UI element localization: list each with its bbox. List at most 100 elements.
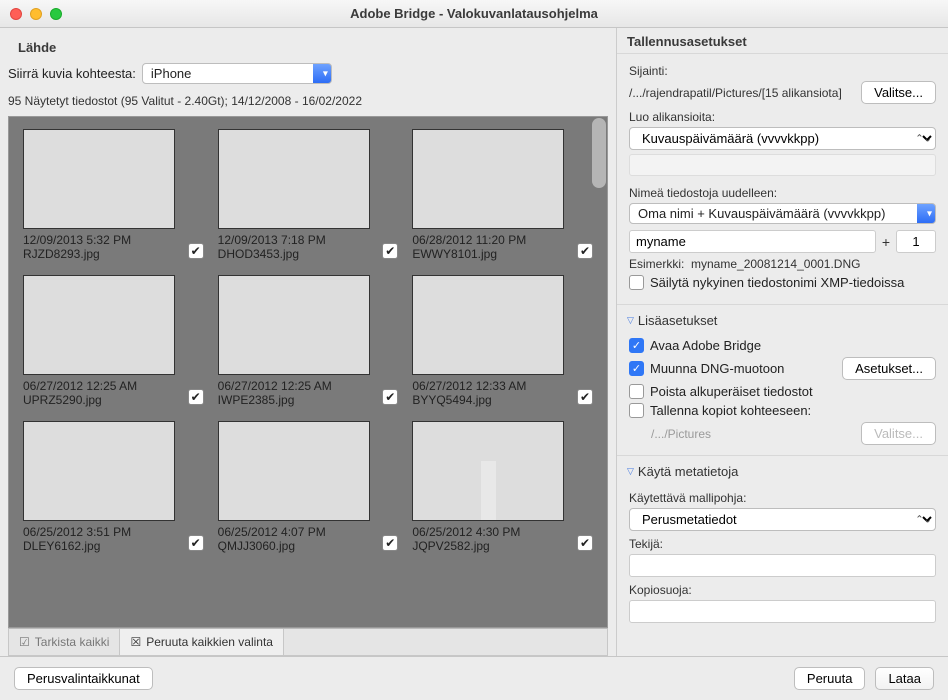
thumbnail-date: 06/25/2012 4:07 PM <box>218 525 399 539</box>
thumbnail-checkbox[interactable]: ✔ <box>382 389 398 405</box>
file-summary: 95 Näytetyt tiedostot (95 Valitut - 2.40… <box>8 94 608 108</box>
checkbox-icon <box>629 384 644 399</box>
thumbnail-item[interactable]: 12/09/2013 7:18 PMDHOD3453.jpg✔ <box>218 129 399 261</box>
uncheck-all-button[interactable]: ☒ Peruuta kaikkien valinta <box>120 629 284 655</box>
minimize-icon[interactable] <box>30 8 42 20</box>
convert-dng-checkbox[interactable]: ✓ Muunna DNG-muotoon <box>629 361 784 376</box>
copyright-input[interactable] <box>629 600 936 623</box>
thumbnail-item[interactable]: 06/25/2012 4:07 PMQMJJ3060.jpg✔ <box>218 421 399 553</box>
checkbox-icon <box>629 275 644 290</box>
example-filename: Esimerkki: myname_20081214_0001.DNG <box>629 257 936 271</box>
thumbnail-filename: DLEY6162.jpg <box>23 539 204 553</box>
close-icon[interactable] <box>10 8 22 20</box>
preserve-xmp-label: Säilytä nykyinen tiedostonimi XMP-tiedoi… <box>650 275 904 290</box>
thumbnail-image[interactable] <box>23 421 175 521</box>
subfolders-label: Luo alikansioita: <box>629 110 936 124</box>
thumbnail-date: 12/09/2013 7:18 PM <box>218 233 399 247</box>
thumbnail-checkbox[interactable]: ✔ <box>382 243 398 259</box>
thumbnail-image[interactable] <box>218 421 370 521</box>
metadata-heading: Käytä metatietoja <box>638 464 738 479</box>
thumbnail-date: 06/27/2012 12:33 AM <box>412 379 593 393</box>
uncheck-all-icon: ☒ <box>130 635 141 649</box>
thumbnail-filename: UPRZ5290.jpg <box>23 393 204 407</box>
metadata-template-select[interactable]: Perusmetatiedot <box>629 508 936 531</box>
metadata-disclosure[interactable]: ▽ Käytä metatietoja <box>617 456 948 481</box>
thumbnail-checkbox[interactable]: ✔ <box>188 243 204 259</box>
thumbnail-image[interactable] <box>412 129 564 229</box>
thumbnail-filename: EWWY8101.jpg <box>412 247 593 261</box>
subfolder-preview <box>629 154 936 176</box>
thumbnail-image[interactable] <box>218 129 370 229</box>
thumbnail-date: 06/27/2012 12:25 AM <box>23 379 204 393</box>
template-label: Käytettävä mallipohja: <box>629 491 936 505</box>
choose-copies-button: Valitse... <box>861 422 936 445</box>
thumbnail-checkbox[interactable]: ✔ <box>188 535 204 551</box>
plus-icon: + <box>882 234 890 250</box>
thumbnail-item[interactable]: 06/27/2012 12:25 AMIWPE2385.jpg✔ <box>218 275 399 407</box>
zoom-icon[interactable] <box>50 8 62 20</box>
open-bridge-checkbox[interactable]: ✓ Avaa Adobe Bridge <box>629 338 936 353</box>
triangle-down-icon: ▽ <box>627 315 634 326</box>
thumbnail-checkbox[interactable]: ✔ <box>577 389 593 405</box>
creator-label: Tekijä: <box>629 537 936 551</box>
delete-originals-checkbox[interactable]: Poista alkuperäiset tiedostot <box>629 384 936 399</box>
dng-settings-button[interactable]: Asetukset... <box>842 357 936 380</box>
creator-input[interactable] <box>629 554 936 577</box>
triangle-down-icon: ▽ <box>627 466 634 477</box>
thumbnail-filename: JQPV2582.jpg <box>412 539 593 553</box>
convert-dng-label: Muunna DNG-muotoon <box>650 361 784 376</box>
thumbnail-checkbox[interactable]: ✔ <box>577 535 593 551</box>
save-copies-checkbox[interactable]: Tallenna kopiot kohteeseen: <box>629 403 936 418</box>
choose-location-button[interactable]: Valitse... <box>861 81 936 104</box>
advanced-heading: Lisäasetukset <box>638 313 718 328</box>
check-all-label: Tarkista kaikki <box>35 635 110 649</box>
subfolder-scheme-select[interactable]: Kuvauspäivämäärä (vvvvkkpp) <box>629 127 936 150</box>
preserve-xmp-checkbox[interactable]: Säilytä nykyinen tiedostonimi XMP-tiedoi… <box>629 275 936 290</box>
rename-label: Nimeä tiedostoja uudelleen: <box>629 186 936 200</box>
thumbnail-item[interactable]: 12/09/2013 5:32 PMRJZD8293.jpg✔ <box>23 129 204 261</box>
copies-path: /.../Pictures <box>629 427 711 441</box>
thumbnail-image[interactable] <box>23 275 175 375</box>
thumbnail-item[interactable]: 06/27/2012 12:25 AMUPRZ5290.jpg✔ <box>23 275 204 407</box>
uncheck-all-label: Peruuta kaikkien valinta <box>146 635 273 649</box>
thumbnail-item[interactable]: 06/25/2012 4:30 PMJQPV2582.jpg✔ <box>412 421 593 553</box>
download-button[interactable]: Lataa <box>875 667 934 690</box>
rename-scheme-select[interactable]: Oma nimi + Kuvauspäivämäärä (vvvvkkpp) <box>629 203 936 224</box>
thumbnail-filename: BYYQ5494.jpg <box>412 393 593 407</box>
delete-originals-label: Poista alkuperäiset tiedostot <box>650 384 813 399</box>
thumbnail-image[interactable] <box>412 421 564 521</box>
thumbnail-filename: QMJJ3060.jpg <box>218 539 399 553</box>
thumbnail-checkbox[interactable]: ✔ <box>188 389 204 405</box>
thumbnail-checkbox[interactable]: ✔ <box>577 243 593 259</box>
check-all-button[interactable]: ☑︎ Tarkista kaikki <box>9 629 120 655</box>
thumbnail-item[interactable]: 06/28/2012 11:20 PMEWWY8101.jpg✔ <box>412 129 593 261</box>
window-controls <box>10 8 62 20</box>
thumbnail-date: 06/25/2012 3:51 PM <box>23 525 204 539</box>
thumbnail-image[interactable] <box>23 129 175 229</box>
thumbnail-filename: IWPE2385.jpg <box>218 393 399 407</box>
titlebar: Adobe Bridge - Valokuvanlatausohjelma <box>0 0 948 28</box>
location-label: Sijainti: <box>629 64 936 78</box>
thumbnail-grid[interactable]: 12/09/2013 5:32 PMRJZD8293.jpg✔12/09/201… <box>8 116 608 628</box>
footer: Perusvalintaikkunat Peruuta Lataa <box>0 656 948 700</box>
thumbnail-image[interactable] <box>218 275 370 375</box>
thumbnail-date: 12/09/2013 5:32 PM <box>23 233 204 247</box>
scrollbar[interactable] <box>592 118 606 188</box>
device-select[interactable]: iPhone <box>142 63 332 84</box>
source-heading: Lähde <box>8 34 608 59</box>
check-all-icon: ☑︎ <box>19 635 30 649</box>
basic-dialogs-button[interactable]: Perusvalintaikkunat <box>14 667 153 690</box>
open-bridge-label: Avaa Adobe Bridge <box>650 338 761 353</box>
sequence-start-input[interactable] <box>896 230 936 253</box>
cancel-button[interactable]: Peruuta <box>794 667 866 690</box>
thumbnail-checkbox[interactable]: ✔ <box>382 535 398 551</box>
save-copies-label: Tallenna kopiot kohteeseen: <box>650 403 811 418</box>
advanced-disclosure[interactable]: ▽ Lisäasetukset <box>617 305 948 330</box>
thumbnail-item[interactable]: 06/25/2012 3:51 PMDLEY6162.jpg✔ <box>23 421 204 553</box>
thumbnail-item[interactable]: 06/27/2012 12:33 AMBYYQ5494.jpg✔ <box>412 275 593 407</box>
checkbox-checked-icon: ✓ <box>629 361 644 376</box>
save-heading: Tallennusasetukset <box>617 28 948 54</box>
checkbox-icon <box>629 403 644 418</box>
custom-name-input[interactable] <box>629 230 876 253</box>
thumbnail-image[interactable] <box>412 275 564 375</box>
